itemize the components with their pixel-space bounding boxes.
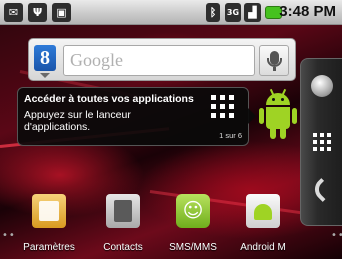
microphone-stand bbox=[267, 58, 282, 67]
tooltip-page-indicator: 1 sur 6 bbox=[219, 131, 242, 140]
notification-icon[interactable]: ✉ bbox=[4, 3, 23, 22]
bluetooth-icon: ᛒ bbox=[206, 3, 220, 22]
microphone-base bbox=[273, 67, 276, 71]
google-search-widget[interactable]: 8 Google bbox=[28, 38, 296, 81]
page-dots-right: •• bbox=[331, 230, 342, 241]
market-icon bbox=[246, 194, 280, 228]
search-input[interactable]: Google bbox=[63, 45, 255, 76]
shortcut-contacts[interactable]: Contacts bbox=[92, 194, 154, 256]
launcher-icon[interactable] bbox=[313, 133, 332, 152]
app-grid-icon bbox=[211, 95, 235, 119]
3g-icon: 3G bbox=[225, 3, 241, 22]
status-time: 3:48 PM bbox=[279, 3, 336, 20]
settings-icon bbox=[32, 194, 66, 228]
chevron-down-icon[interactable] bbox=[40, 73, 50, 78]
android-robot-icon bbox=[258, 88, 298, 145]
phone-icon[interactable] bbox=[309, 177, 335, 203]
tooltip-arrow bbox=[248, 108, 256, 124]
shortcut-settings[interactable]: Paramètres bbox=[18, 194, 80, 256]
right-dock bbox=[300, 58, 342, 226]
shortcut-sms[interactable]: SMS/MMS bbox=[162, 194, 224, 256]
contacts-icon bbox=[106, 194, 140, 228]
page-dots-left: •• bbox=[2, 230, 16, 241]
tooltip-body: Appuyez sur le lanceur d'applications. bbox=[24, 109, 131, 133]
sms-icon bbox=[176, 194, 210, 228]
google-logo-button[interactable]: 8 bbox=[34, 45, 56, 71]
voice-search-button[interactable] bbox=[259, 45, 289, 76]
usb-icon[interactable]: Ψ bbox=[28, 3, 47, 22]
tooltip-title: Accéder à toutes vos applications bbox=[24, 93, 194, 105]
shortcut-label: Android M bbox=[240, 242, 286, 253]
launcher-tooltip[interactable]: Accéder à toutes vos applications Appuye… bbox=[17, 87, 256, 146]
shortcut-market[interactable]: Android M bbox=[232, 194, 294, 256]
browser-icon[interactable] bbox=[311, 75, 333, 97]
shortcut-label: Contacts bbox=[103, 242, 143, 253]
shortcut-label: Paramètres bbox=[23, 242, 75, 253]
status-bar: ✉ Ψ ▣ ᛒ 3G ▟ 3:48 PM bbox=[0, 0, 342, 25]
home-screen: ✉ Ψ ▣ ᛒ 3G ▟ 3:48 PM 8 Google Accéder à … bbox=[0, 0, 342, 259]
shortcut-label: SMS/MMS bbox=[169, 242, 217, 253]
signal-icon: ▟ bbox=[244, 3, 261, 22]
android-notification-icon[interactable]: ▣ bbox=[52, 3, 71, 22]
